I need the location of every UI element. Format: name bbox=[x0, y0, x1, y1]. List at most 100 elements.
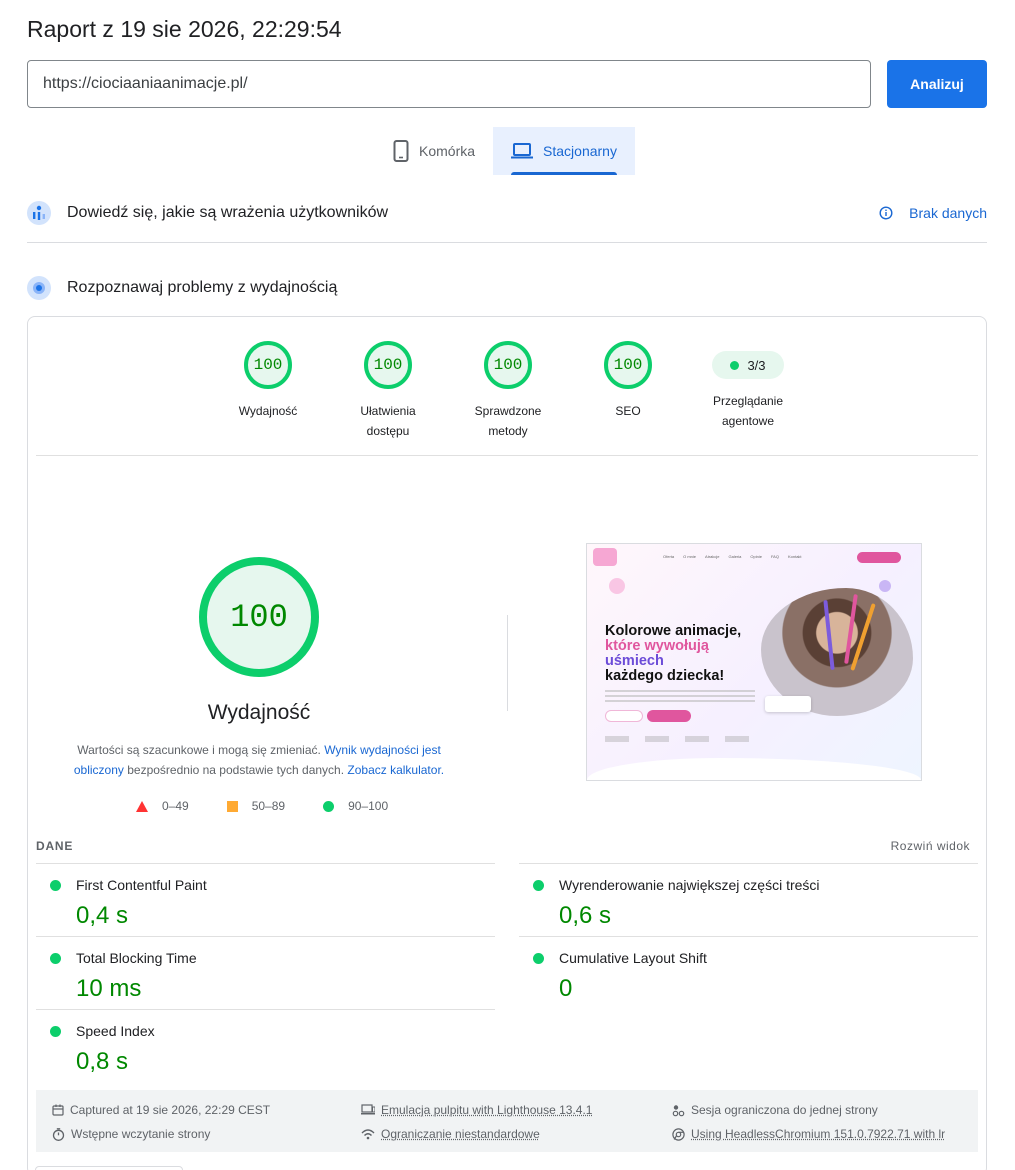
tab-desktop-label: Stacjonarny bbox=[543, 143, 617, 159]
gauge-score: 100 bbox=[364, 341, 412, 389]
pass-dot bbox=[50, 880, 61, 891]
metric-name: Total Blocking Time bbox=[76, 950, 197, 966]
thumb-navbar: Oferta O mnie Atrakcje Galeria Opinie FA… bbox=[587, 544, 921, 570]
pass-circle-icon bbox=[323, 800, 335, 812]
desc-text: Wartości są szacunkowe i mogą się zmieni… bbox=[77, 743, 325, 757]
gauge-label: SEO bbox=[615, 404, 641, 418]
report-card: 100 Wydajność 100 Ułatwienia dostępu 100… bbox=[27, 316, 987, 1170]
thumb-nav-link: Oferta bbox=[663, 554, 675, 559]
performance-label: Wydajność bbox=[207, 701, 311, 724]
lab-data-section: Rozpoznawaj problemy z wydajnością bbox=[27, 270, 987, 306]
metrics-section-label: DANE bbox=[36, 839, 74, 853]
section-divider bbox=[27, 242, 987, 243]
session-info: Sesja ograniczona do jednej strony bbox=[672, 1103, 878, 1117]
info-icon bbox=[879, 206, 893, 220]
thumb-wave bbox=[587, 758, 921, 780]
no-data-label: Brak danych bbox=[909, 205, 987, 221]
lab-data-title: Rozpoznawaj problemy z wydajnością bbox=[67, 279, 338, 296]
page-title: Raport z 19 sie 2026, 22:29:54 bbox=[27, 16, 342, 42]
thumb-nav-link: Kontakt bbox=[787, 554, 802, 559]
field-data-section: Dowiedź się, jakie są wrażenia użytkowni… bbox=[27, 195, 987, 231]
thumb-headline-line: każdego dziecka! bbox=[605, 668, 725, 684]
metric-speed-index: Speed Index 0,8 s bbox=[36, 1009, 495, 1082]
initial-load-info: Wstępne wczytanie strony bbox=[52, 1127, 210, 1141]
metric-value: 0,8 s bbox=[76, 1048, 129, 1075]
thumb-bubble bbox=[609, 578, 625, 594]
gauge-seo[interactable]: 100 SEO bbox=[578, 341, 678, 421]
emulation-text: Emulacja pulpitu with Lighthouse 13.4.1 bbox=[381, 1103, 593, 1117]
desc-text: bezpośrednio na podstawie tych danych. bbox=[123, 763, 348, 777]
calendar-icon bbox=[52, 1104, 64, 1116]
gauge-performance[interactable]: 100 Wydajność bbox=[218, 341, 318, 421]
thumb-nav-link: Galeria bbox=[728, 554, 742, 559]
tab-desktop[interactable]: Stacjonarny bbox=[493, 127, 635, 175]
gauge-score: 100 bbox=[244, 341, 292, 389]
thumb-headline: Kolorowe animacje, które wywołują uśmiec… bbox=[605, 624, 741, 684]
next-section-stub bbox=[35, 1166, 183, 1170]
thumb-nav-link: FAQ bbox=[770, 554, 779, 559]
legend-fail: 0–49 bbox=[136, 799, 189, 813]
agentic-pill: 3/3 bbox=[712, 351, 784, 379]
thumb-bubble bbox=[879, 580, 891, 592]
score-legend: 0–49 50–89 90–100 bbox=[136, 799, 426, 813]
browser-info[interactable]: Using HeadlessChromium 151.0.7922.71 wit… bbox=[672, 1127, 945, 1141]
agentic-score: 3/3 bbox=[747, 357, 766, 373]
metric-lcp: Wyrenderowanie największej części treści… bbox=[519, 863, 978, 936]
pass-dot bbox=[50, 953, 61, 964]
calculator-link[interactable]: Zobacz kalkulator. bbox=[347, 763, 444, 777]
metric-tbt: Total Blocking Time 10 ms bbox=[36, 936, 495, 1009]
chrome-icon bbox=[672, 1127, 685, 1141]
device-tabs: Komórka Stacjonarny bbox=[375, 127, 635, 175]
metric-name: Wyrenderowanie największej części treści bbox=[559, 877, 820, 893]
thumb-stats bbox=[605, 736, 755, 742]
tab-mobile-label: Komórka bbox=[419, 143, 476, 159]
average-square-icon bbox=[226, 800, 238, 812]
metric-name: Speed Index bbox=[76, 1023, 155, 1039]
fail-triangle-icon bbox=[136, 800, 148, 812]
metric-name: First Contentful Paint bbox=[76, 877, 207, 893]
gauge-best-practices[interactable]: 100 Sprawdzone metody bbox=[458, 341, 558, 441]
performance-gauge: 100 bbox=[199, 557, 319, 677]
field-data-title: Dowiedź się, jakie są wrażenia użytkowni… bbox=[67, 204, 389, 221]
metric-value: 0,4 s bbox=[76, 902, 129, 929]
pass-dot bbox=[533, 880, 544, 891]
pass-dot bbox=[730, 360, 740, 370]
analyze-button[interactable]: Analizuj bbox=[887, 60, 987, 108]
no-data-status[interactable]: Brak danych bbox=[879, 195, 987, 231]
gauge-label: Przeglądanie agentowe bbox=[712, 394, 784, 428]
tab-mobile[interactable]: Komórka bbox=[375, 127, 493, 175]
gauge-agentic-browsing[interactable]: 3/3 Przeglądanie agentowe bbox=[698, 341, 798, 431]
session-text: Sesja ograniczona do jednej strony bbox=[691, 1103, 878, 1117]
captured-text: Captured at 19 sie 2026, 22:29 CEST bbox=[70, 1103, 271, 1117]
card-divider bbox=[36, 455, 978, 456]
gauge-accessibility[interactable]: 100 Ułatwienia dostępu bbox=[338, 341, 438, 441]
gauge-label: Ułatwienia dostępu bbox=[360, 404, 416, 438]
thumb-logo bbox=[593, 548, 617, 566]
url-input[interactable] bbox=[27, 60, 871, 108]
pass-dot bbox=[50, 1026, 61, 1037]
throttling-info[interactable]: Ograniczanie niestandardowe bbox=[361, 1127, 540, 1141]
expand-view-toggle[interactable]: Rozwiń widok bbox=[891, 839, 970, 853]
pass-dot bbox=[533, 953, 544, 964]
thumb-nav-link: Opinie bbox=[750, 554, 762, 559]
thumb-button-filled bbox=[647, 710, 691, 722]
thumb-info-card bbox=[765, 696, 811, 712]
metric-name: Cumulative Layout Shift bbox=[559, 950, 707, 966]
emulation-info[interactable]: Emulacja pulpitu with Lighthouse 13.4.1 bbox=[361, 1103, 592, 1117]
metric-value: 10 ms bbox=[76, 975, 142, 1002]
metric-cls: Cumulative Layout Shift 0 bbox=[519, 936, 978, 1009]
legend-range: 90–100 bbox=[348, 799, 389, 813]
smartphone-icon bbox=[393, 140, 409, 162]
users-experience-icon bbox=[27, 201, 51, 225]
diagnose-icon bbox=[27, 276, 51, 300]
gauge-label: Sprawdzone metody bbox=[474, 404, 542, 438]
thumb-subtext bbox=[605, 690, 755, 702]
thumb-nav-link: O mnie bbox=[683, 554, 697, 559]
gauge-score: 100 bbox=[484, 341, 532, 389]
performance-description: Wartości są szacunkowe i mogą się zmieni… bbox=[68, 740, 450, 780]
legend-range: 0–49 bbox=[162, 799, 189, 813]
vertical-separator bbox=[507, 615, 508, 711]
thumb-cta-button bbox=[857, 552, 901, 563]
final-screenshot[interactable]: Oferta O mnie Atrakcje Galeria Opinie FA… bbox=[586, 543, 922, 781]
throttling-text: Ograniczanie niestandardowe bbox=[381, 1127, 540, 1141]
